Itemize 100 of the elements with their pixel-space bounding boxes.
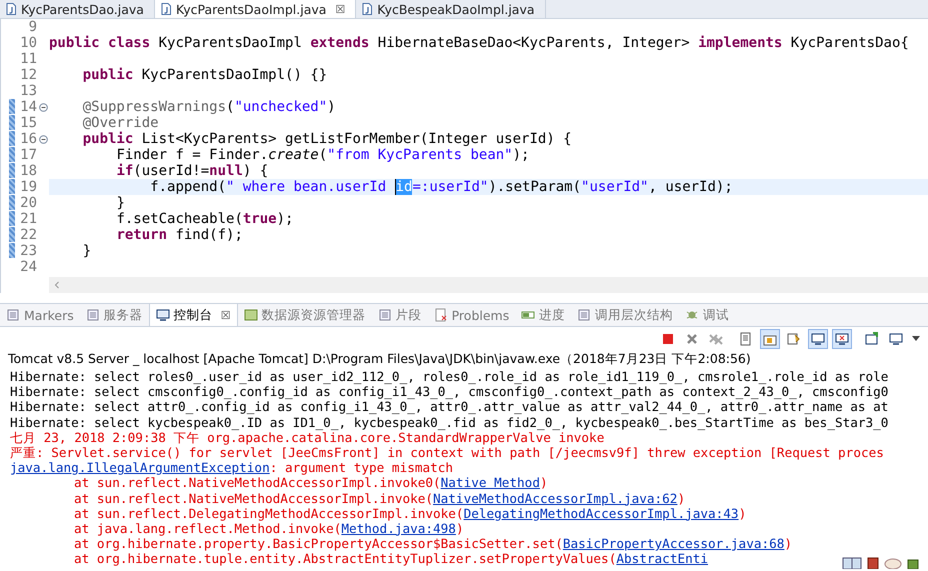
code-keyword: extends (310, 35, 370, 51)
code-keyword: public (82, 131, 134, 147)
code-text: , userId); (648, 179, 733, 195)
view-tab[interactable]: 控制台 ☒ (148, 304, 238, 326)
error-text: ) (738, 506, 746, 521)
error-text: : argument type mismatch (270, 460, 454, 476)
code-text: find(f); (175, 227, 243, 243)
code-text: (userId!= (133, 163, 210, 179)
java-file-icon (160, 3, 171, 15)
code-keyword: implements (698, 35, 782, 51)
line-number: 18 (19, 163, 37, 179)
line-number: 16 (19, 131, 37, 147)
code-text: ).setParam( (488, 179, 582, 195)
error-text: ) (784, 536, 792, 552)
fold-icon[interactable] (38, 102, 48, 112)
line-number: 22 (19, 227, 37, 243)
close-icon[interactable]: ☒ (220, 308, 231, 322)
java-file-icon (362, 3, 372, 15)
monitor-icon[interactable] (808, 329, 828, 349)
line-number: 9 (28, 19, 37, 35)
code-text: Hibernate: select attr0_.config_id as config_i1_43_0_, attr0_.attr_value as attr_val2_44_0_, attr0_.attr_name as at (10, 399, 888, 414)
code-keyword: public (82, 67, 134, 83)
code-string: " where bean.userId (226, 179, 386, 195)
code-text: } (82, 243, 92, 259)
error-text: ) (677, 490, 686, 506)
stack-link[interactable]: java.lang.IllegalArgumentException (10, 460, 270, 476)
close-icon[interactable]: ☒ (335, 2, 346, 16)
dropdown-caret-icon[interactable] (912, 336, 920, 342)
database-icon (244, 308, 258, 322)
lock-icon[interactable] (760, 329, 780, 349)
stack-link[interactable]: BasicPropertyAccessor.java:68 (562, 536, 784, 552)
code-string: "from KycParents bean" (327, 147, 513, 163)
error-text: at sun.reflect.NativeMethodAccessorImpl.invoke0( (74, 475, 441, 490)
code-text: } (116, 195, 125, 211)
document-icon (378, 308, 392, 322)
line-number: 23 (19, 243, 37, 259)
fold-icon[interactable] (38, 134, 48, 144)
view-tab[interactable]: 调用层次结构 (571, 304, 680, 326)
code-annotation: @Override (82, 115, 159, 131)
error-text: 严重: Servlet.service() for servlet [JeeCmsFront] in context with path [/jeecmsv9f] threw exception [Request proces (10, 444, 884, 460)
editor-tab[interactable]: KycBespeakDaoImpl.java (356, 0, 546, 18)
code-method: create (268, 147, 319, 163)
stack-link[interactable]: DelegatingMethodAccessorImpl.java:43 (464, 506, 739, 521)
view-tab[interactable]: 服务器 (80, 304, 149, 326)
code-string: "unchecked" (234, 99, 328, 115)
stack-link[interactable]: AbstractEnti (616, 551, 708, 566)
error-text: at java.lang.reflect.Method.invoke( (74, 520, 342, 536)
list-icon (6, 308, 20, 322)
line-number: 12 (19, 67, 37, 83)
horizontal-scrollbar[interactable] (49, 277, 928, 293)
monitor-icon (156, 308, 170, 322)
stack-link[interactable]: Native Method (440, 475, 540, 490)
line-number: 13 (19, 83, 37, 99)
code-text: HibernateBaseDao<KycParents, Integer> (378, 35, 691, 51)
java-file-icon (6, 3, 16, 15)
code-keyword: if (116, 163, 134, 179)
code-text: KycParentsDaoImpl() {} (142, 67, 328, 83)
code-text: Hibernate: select cmsconfig0_.config_id as config_i1_43_0_, cmsconfig0_.context_path as context_2_43_0_, cmsconfig0 (10, 384, 888, 400)
console-title: Tomcat v8.5 Server _ localhost [Apache Tomcat] D:\Program Files\Java\JDK\bin\javaw.exe（2018年7月23日 下午2:08:56) (7, 350, 752, 367)
editor-tab[interactable]: KycParentsDaoImpl.java ☒ (154, 0, 356, 18)
error-text: at org.hibernate.property.BasicPropertyAccessor$BasicSetter.set( (74, 536, 563, 552)
code-text: List<KycParents> getListForMember(Integer userId) { (142, 131, 572, 147)
error-text: at org.hibernate.tuple.entity.AbstractEntityTuplizer.setPropertyValues( (74, 551, 616, 566)
line-number: 15 (19, 115, 37, 131)
selected-text: id (394, 179, 412, 195)
code-keyword: null (209, 163, 243, 179)
stack-link[interactable]: NativeMethodAccessorImpl.java:62 (433, 490, 678, 506)
code-keyword: true (242, 211, 277, 227)
code-text: Hibernate: select kycbespeak0_.ID as ID1_0_, kycbespeak0_.fid as fid2_0_, kycbespeak0_.bes_StartTime as bes_Star3_0 (10, 414, 888, 430)
line-number: 19 (19, 179, 37, 195)
view-tab[interactable]: 数据源资源管理器 (238, 304, 372, 326)
view-tab[interactable]: Problems (428, 304, 516, 326)
error-text: ) (540, 475, 548, 490)
code-text: ) (327, 99, 336, 115)
view-tab[interactable]: 片段 (372, 304, 428, 326)
view-tab[interactable]: 调试 (679, 304, 736, 326)
monitor-icon[interactable] (832, 329, 852, 349)
code-text: f.append( (150, 179, 226, 195)
line-number: 24 (19, 259, 37, 275)
line-number: 14 (19, 99, 37, 115)
code-keyword: return (116, 227, 168, 243)
code-text: KycParentsDao{ (790, 35, 909, 51)
view-tab[interactable]: Markers (0, 304, 80, 326)
editor-tab[interactable]: KycParentsDao.java (0, 0, 155, 18)
code-text: KycParentsDaoImpl (158, 35, 303, 51)
code-text: f.setCacheable( (116, 211, 243, 227)
error-text: at sun.reflect.NativeMethodAccessorImpl.invoke( (74, 490, 434, 506)
stack-link[interactable]: Method.java:498 (341, 520, 456, 536)
error-text: ) (456, 520, 464, 536)
error-text: 七月 23, 2018 2:09:38 下午 org.apache.catalina.core.StandardWrapperValve invoke (10, 430, 604, 445)
line-number: 21 (19, 211, 37, 227)
code-text: ( (318, 147, 328, 163)
code-text: ) { (242, 163, 268, 179)
code-text: ); (276, 211, 294, 227)
code-string: "userId" (581, 179, 648, 195)
code-text: Hibernate: select roles0_.user_id as user_id2_112_0_, roles0_.role_id as role_id1_119_0_, cmsrole1_.role_id as role (10, 369, 888, 384)
code-annotation: @SuppressWarnings (82, 99, 226, 115)
line-number: 20 (19, 195, 37, 211)
view-tab[interactable]: 进度 (515, 304, 572, 326)
code-text: ( (226, 99, 234, 115)
